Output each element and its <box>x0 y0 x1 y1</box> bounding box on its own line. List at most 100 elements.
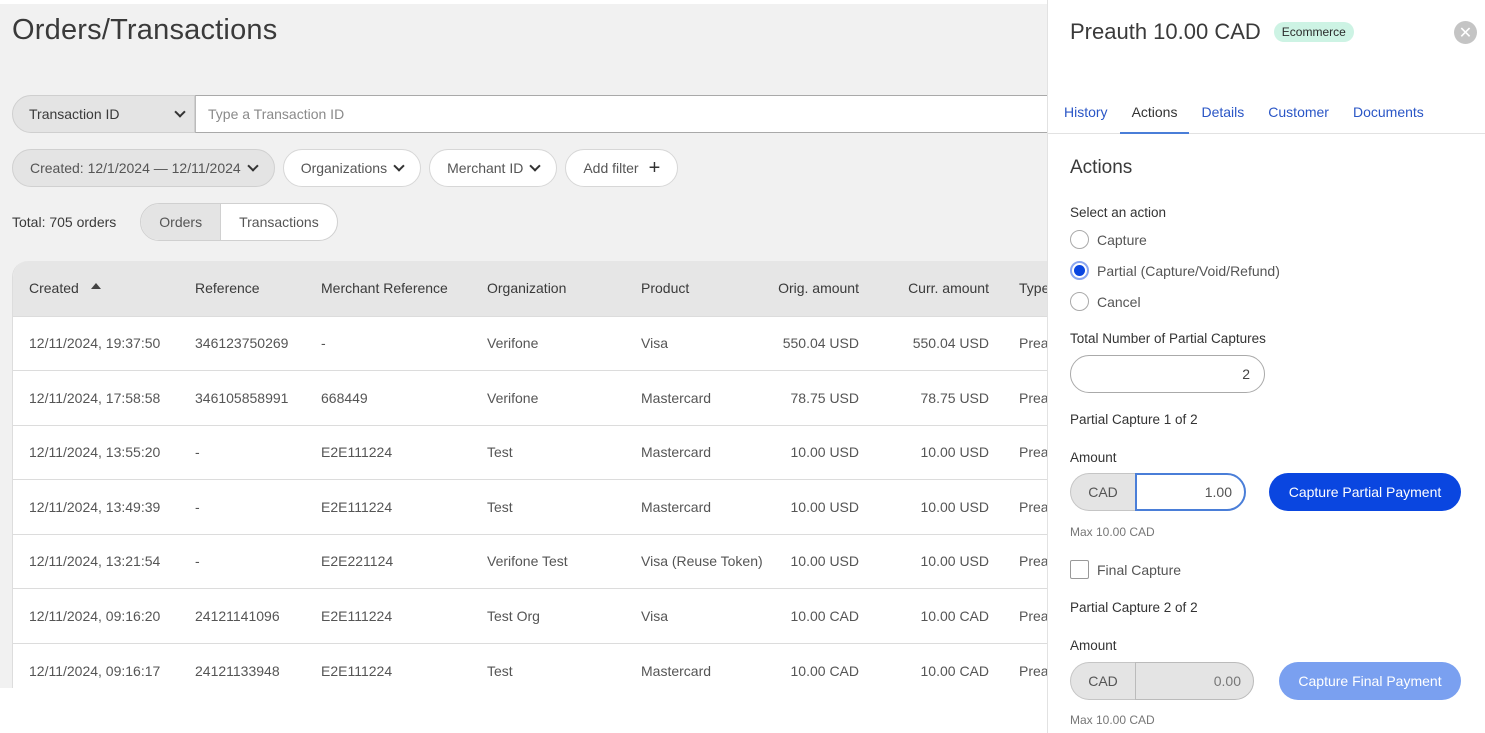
column-header-merchant-reference[interactable]: Merchant Reference <box>305 261 471 316</box>
radio-button[interactable] <box>1070 292 1089 311</box>
chevron-down-icon <box>529 160 541 172</box>
cell-created: 12/11/2024, 13:49:39 <box>29 498 161 515</box>
toggle-transactions[interactable]: Transactions <box>221 204 337 240</box>
cell-created: 12/11/2024, 19:37:50 <box>29 335 161 352</box>
amount-1-label: Amount <box>1070 450 1117 465</box>
close-icon[interactable]: ✕ <box>1454 21 1477 44</box>
cell-product: Visa (Reuse Token) <box>641 553 763 570</box>
created-date-filter[interactable]: Created: 12/1/2024 — 12/11/2024 <box>12 149 275 187</box>
panel-tabs: History Actions Details Customer Documen… <box>1048 92 1485 134</box>
final-capture-label: Final Capture <box>1097 561 1182 578</box>
radio-partial[interactable]: Partial (Capture/Void/Refund) <box>1070 261 1280 280</box>
table-row[interactable]: 12/11/2024, 13:49:39 - E2E111224 Test Master… <box>13 479 1047 535</box>
cell-merchant-reference: 668449 <box>321 389 368 406</box>
total-row: Total: 705 orders Orders Transactions <box>12 203 338 241</box>
cell-created: 12/11/2024, 09:16:20 <box>29 607 161 624</box>
column-header-product[interactable]: Product <box>625 261 775 316</box>
cell-product: Mastercard <box>641 662 712 679</box>
cell-organization: Verifone <box>487 389 539 406</box>
cell-reference: 24121133948 <box>195 662 280 679</box>
column-header-created[interactable]: Created <box>13 261 179 316</box>
cell-reference: 24121141096 <box>195 607 280 624</box>
cell-curr-amount: 550.04 USD <box>912 335 989 352</box>
radio-capture[interactable]: Capture <box>1070 230 1147 249</box>
partial-capture-2-heading: Partial Capture 2 of 2 <box>1070 600 1198 615</box>
table-row[interactable]: 12/11/2024, 09:16:20 24121141096 E2E111224… <box>13 588 1047 644</box>
search-row: Transaction ID <box>12 95 1047 133</box>
column-header-curr-amount[interactable]: Curr. amount <box>859 261 989 316</box>
column-header-reference[interactable]: Reference <box>179 261 305 316</box>
cell-merchant-reference: E2E111224 <box>321 662 393 679</box>
table-row[interactable]: 12/11/2024, 09:16:17 24121133948 E2E111224… <box>13 643 1047 688</box>
table-row[interactable]: 12/11/2024, 13:55:20 - E2E111224 Test Master… <box>13 425 1047 480</box>
cell-organization: Test Org <box>487 607 540 624</box>
amount-2-group: CAD <box>1070 662 1254 700</box>
cell-curr-amount: 10.00 USD <box>920 553 989 570</box>
currency-1-label: CAD <box>1070 473 1135 511</box>
tab-history[interactable]: History <box>1052 92 1120 134</box>
organizations-filter-label: Organizations <box>300 160 388 176</box>
amount-2-max-hint: Max 10.00 CAD <box>1070 713 1155 727</box>
cell-type: Prea <box>1019 607 1047 624</box>
view-toggle: Orders Transactions <box>140 203 338 241</box>
merchant-id-filter[interactable]: Merchant ID <box>429 149 558 187</box>
orders-main: Orders/Transactions Transaction ID Creat… <box>0 4 1047 688</box>
tab-customer[interactable]: Customer <box>1256 92 1341 134</box>
final-capture-checkbox-row[interactable]: Final Capture <box>1070 560 1181 579</box>
orders-table: Created Reference Merchant Reference Org… <box>12 261 1047 688</box>
capture-partial-payment-button[interactable]: Capture Partial Payment <box>1269 473 1461 511</box>
tab-details[interactable]: Details <box>1189 92 1256 134</box>
cell-type: Prea <box>1019 498 1047 515</box>
table-row[interactable]: 12/11/2024, 17:58:58 346105858991 668449 Ve… <box>13 370 1047 426</box>
cell-product: Visa <box>641 607 668 624</box>
radio-button[interactable] <box>1070 230 1089 249</box>
add-filter-label: Add filter <box>583 160 639 176</box>
transaction-id-input[interactable] <box>195 95 1047 133</box>
cell-curr-amount: 10.00 USD <box>920 444 989 461</box>
search-type-select[interactable]: Transaction ID <box>12 95 195 133</box>
panel-title: Preauth 10.00 CAD Ecommerce <box>1070 19 1354 45</box>
currency-2-label: CAD <box>1070 662 1135 700</box>
radio-button-selected[interactable] <box>1070 261 1089 280</box>
final-capture-checkbox[interactable] <box>1070 560 1089 579</box>
radio-label: Capture <box>1097 231 1147 248</box>
chevron-down-icon <box>174 106 186 118</box>
radio-label: Partial (Capture/Void/Refund) <box>1097 262 1280 279</box>
capture-final-payment-button: Capture Final Payment <box>1279 662 1461 700</box>
plus-icon: + <box>648 157 661 179</box>
cell-curr-amount: 10.00 CAD <box>920 607 989 624</box>
radio-cancel[interactable]: Cancel <box>1070 292 1141 311</box>
cell-orig-amount: 10.00 CAD <box>790 607 859 624</box>
cell-orig-amount: 10.00 USD <box>790 553 859 570</box>
cell-reference: 346123750269 <box>195 335 289 352</box>
organizations-filter[interactable]: Organizations <box>282 149 422 187</box>
cell-curr-amount: 10.00 USD <box>920 498 989 515</box>
cell-organization: Test <box>487 444 513 461</box>
column-header-type[interactable]: Type <box>989 261 1047 316</box>
column-header-organization[interactable]: Organization <box>471 261 625 316</box>
cell-product: Mastercard <box>641 444 712 461</box>
transaction-detail-panel: Preauth 10.00 CAD Ecommerce ✕ History Ac… <box>1047 0 1485 733</box>
toggle-orders[interactable]: Orders <box>141 204 222 240</box>
cell-orig-amount: 10.00 USD <box>790 444 859 461</box>
amount-2-label: Amount <box>1070 638 1117 653</box>
cell-curr-amount: 78.75 USD <box>920 389 989 406</box>
total-partial-captures-input[interactable] <box>1070 355 1265 393</box>
amount-2-input <box>1135 662 1254 700</box>
cell-created: 12/11/2024, 13:21:54 <box>29 553 161 570</box>
tab-actions[interactable]: Actions <box>1119 92 1190 134</box>
page-title: Orders/Transactions <box>12 14 278 46</box>
tab-documents[interactable]: Documents <box>1341 92 1436 134</box>
search-type-label: Transaction ID <box>29 106 120 122</box>
chevron-down-icon <box>247 160 259 172</box>
created-date-filter-label: Created: 12/1/2024 — 12/11/2024 <box>30 160 241 176</box>
cell-created: 12/11/2024, 17:58:58 <box>29 389 161 406</box>
cell-reference: - <box>195 444 200 461</box>
amount-1-input[interactable] <box>1135 473 1246 511</box>
table-row[interactable]: 12/11/2024, 19:37:50 346123750269 - Verifon… <box>13 316 1047 371</box>
table-row[interactable]: 12/11/2024, 13:21:54 - E2E221124 Verifone T… <box>13 534 1047 589</box>
column-header-orig-amount[interactable]: Orig. amount <box>775 261 859 316</box>
cell-type: Prea <box>1019 335 1047 352</box>
panel-title-text: Preauth 10.00 CAD <box>1070 19 1261 44</box>
add-filter-button[interactable]: Add filter + <box>565 149 679 187</box>
